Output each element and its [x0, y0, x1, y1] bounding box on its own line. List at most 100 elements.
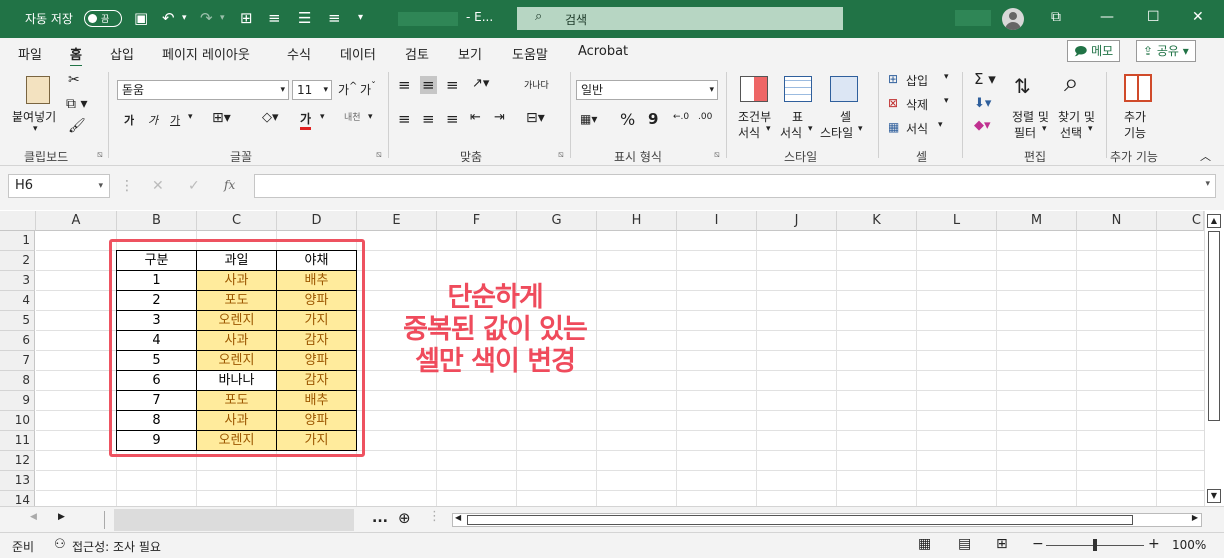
- enter-icon[interactable]: ✓: [188, 178, 200, 194]
- scroll-left-icon[interactable]: ◀: [455, 513, 461, 522]
- decrease-decimal-icon[interactable]: .00: [698, 112, 712, 122]
- normal-view-icon[interactable]: ▦: [918, 536, 931, 552]
- insert-dropdown-icon[interactable]: ▾: [944, 72, 949, 82]
- fill-color-icon[interactable]: ◇▾: [262, 110, 279, 125]
- conditional-format-label-1[interactable]: 조건부: [738, 108, 771, 125]
- sort-filter-label-2[interactable]: 필터: [1014, 124, 1036, 141]
- font-name-combo[interactable]: 돋움 ▾: [117, 80, 289, 100]
- comma-style-button[interactable]: 9: [648, 110, 658, 128]
- tab-home[interactable]: 홈: [70, 44, 82, 68]
- minimize-icon[interactable]: —: [1100, 9, 1114, 25]
- phonetic-button[interactable]: 내천: [344, 110, 361, 123]
- conditional-format-dropdown-icon[interactable]: ▾: [766, 124, 771, 134]
- orientation-icon[interactable]: ↗▾: [472, 76, 489, 91]
- accessibility-status[interactable]: 접근성: 조사 필요: [72, 538, 161, 555]
- redo-dropdown-icon[interactable]: ▾: [220, 8, 225, 28]
- addins-label-2[interactable]: 기능: [1124, 124, 1146, 141]
- clear-icon[interactable]: ◆▾: [974, 118, 991, 133]
- cell-styles-label-1[interactable]: 셀: [840, 108, 851, 125]
- autosum-icon[interactable]: Σ ▾: [974, 70, 996, 88]
- tab-view[interactable]: 보기: [458, 44, 482, 63]
- font-size-combo[interactable]: 11 ▾: [292, 80, 332, 100]
- find-select-label-1[interactable]: 찾기 및: [1058, 108, 1095, 125]
- column-header-d[interactable]: D: [277, 211, 357, 231]
- ribbon-display-icon[interactable]: ⧉: [1051, 9, 1061, 25]
- paste-dropdown-icon[interactable]: ▾: [33, 124, 38, 134]
- format-cells-button[interactable]: 서식: [906, 120, 928, 137]
- font-color-dropdown-icon[interactable]: ▾: [320, 112, 325, 122]
- redo-icon[interactable]: ↷: [200, 8, 213, 28]
- zoom-in-icon[interactable]: +: [1148, 536, 1160, 552]
- align-top-icon[interactable]: ≡: [398, 76, 411, 94]
- search-box[interactable]: ⌕ 검색: [517, 7, 843, 30]
- phonetic-dropdown-icon[interactable]: ▾: [368, 112, 373, 122]
- add-sheet-icon[interactable]: ⊕: [398, 509, 411, 527]
- number-format-combo[interactable]: 일반 ▾: [576, 80, 718, 100]
- scroll-down-icon[interactable]: ▼: [1207, 489, 1221, 503]
- row-header-4[interactable]: 4: [0, 291, 35, 311]
- accounting-format-icon[interactable]: ▦▾: [580, 112, 597, 126]
- font-launcher-icon[interactable]: ⧅: [376, 150, 382, 160]
- insert-cells-button[interactable]: 삽입: [906, 72, 928, 89]
- row-header-13[interactable]: 13: [0, 471, 35, 491]
- prev-sheet-icon[interactable]: ◀: [30, 512, 37, 522]
- copy-icon[interactable]: ⧉ ▾: [66, 96, 87, 112]
- save-icon[interactable]: ▣: [134, 8, 148, 28]
- row-header-2[interactable]: 2: [0, 251, 35, 271]
- decrease-indent-icon[interactable]: ⇤: [470, 110, 481, 125]
- undo-dropdown-icon[interactable]: ▾: [182, 8, 187, 28]
- name-box[interactable]: H6 ▾: [8, 174, 110, 198]
- maximize-icon[interactable]: ☐: [1147, 9, 1160, 25]
- wrap-text-button[interactable]: 가나다: [524, 78, 549, 91]
- format-table-label-2[interactable]: 서식: [780, 124, 802, 141]
- underline-button[interactable]: 가: [170, 112, 180, 128]
- tab-help[interactable]: 도움말: [512, 44, 548, 63]
- underline-dropdown-icon[interactable]: ▾: [188, 112, 193, 122]
- row-header-7[interactable]: 7: [0, 351, 35, 371]
- column-header-i[interactable]: I: [677, 211, 757, 231]
- undo-icon[interactable]: ↶: [162, 8, 175, 28]
- tab-file[interactable]: 파일: [18, 44, 42, 63]
- sort-filter-label-1[interactable]: 정렬 및: [1012, 108, 1049, 125]
- align-center-icon[interactable]: ≡: [422, 110, 435, 128]
- tab-data[interactable]: 데이터: [340, 44, 376, 63]
- column-header-a[interactable]: A: [36, 211, 117, 231]
- format-table-label-1[interactable]: 표: [792, 108, 803, 125]
- scroll-right-icon[interactable]: ▶: [1192, 513, 1198, 522]
- row-header-6[interactable]: 6: [0, 331, 35, 351]
- cut-icon[interactable]: ✂: [68, 72, 80, 88]
- align-middle-icon[interactable]: ≡: [420, 76, 437, 94]
- vertical-scrollbar[interactable]: ▲ ▼: [1204, 211, 1222, 506]
- find-select-label-2[interactable]: 선택: [1060, 124, 1082, 141]
- column-header-j[interactable]: J: [757, 211, 837, 231]
- align-center-qa-icon[interactable]: ☰: [298, 8, 311, 28]
- paste-button[interactable]: 붙여넣기: [12, 108, 56, 125]
- column-header-n[interactable]: N: [1077, 211, 1157, 231]
- align-right-icon[interactable]: ≡: [446, 110, 459, 128]
- share-button[interactable]: ⇪ 공유 ▾: [1136, 40, 1196, 62]
- row-header-10[interactable]: 10: [0, 411, 35, 431]
- expand-formula-icon[interactable]: ▾: [1205, 179, 1210, 189]
- align-left-icon[interactable]: ≡: [398, 110, 411, 128]
- avatar[interactable]: [1002, 8, 1024, 30]
- column-header-f[interactable]: F: [437, 211, 517, 231]
- column-header-l[interactable]: L: [917, 211, 997, 231]
- column-header-partial[interactable]: C: [1157, 211, 1204, 231]
- cell-styles-dropdown-icon[interactable]: ▾: [858, 124, 863, 134]
- autosave-toggle[interactable]: 끔: [84, 10, 122, 27]
- horizontal-scrollbar[interactable]: ◀ ▶: [452, 513, 1202, 527]
- tab-review[interactable]: 검토: [405, 44, 429, 63]
- row-header-1[interactable]: 1: [0, 231, 35, 251]
- horizontal-scroll-thumb[interactable]: [467, 515, 1133, 525]
- font-grow-icon[interactable]: 가^: [338, 81, 357, 98]
- font-shrink-icon[interactable]: 가ˇ: [360, 81, 376, 98]
- memo-button[interactable]: 🗩 메모: [1067, 40, 1121, 62]
- collapse-ribbon-icon[interactable]: ︿: [1200, 148, 1211, 164]
- merge-center-icon[interactable]: ⊟▾: [526, 110, 545, 126]
- column-header-g[interactable]: G: [517, 211, 597, 231]
- cancel-icon[interactable]: ✕: [152, 178, 164, 194]
- clipboard-launcher-icon[interactable]: ⧅: [97, 150, 103, 160]
- scroll-thumb[interactable]: [1208, 231, 1220, 421]
- zoom-out-icon[interactable]: −: [1032, 536, 1044, 552]
- more-sheets-button[interactable]: ...: [372, 510, 388, 526]
